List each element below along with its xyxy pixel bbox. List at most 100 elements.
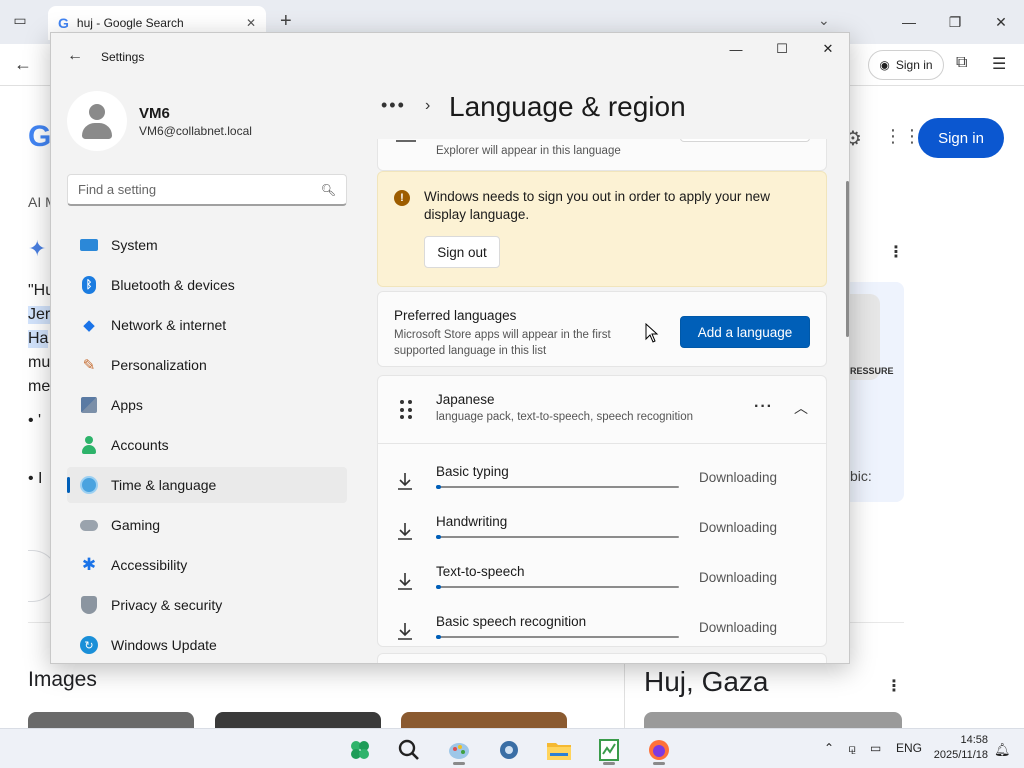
more-options-icon[interactable]: ⋮	[888, 242, 904, 262]
clock[interactable]: 14:58 2025/11/18	[924, 733, 988, 763]
download-icon	[398, 523, 412, 540]
sidebar-item-bluetooth[interactable]: ᛒ Bluetooth & devices	[67, 267, 347, 303]
download-name: Basic speech recognition	[436, 614, 587, 629]
google-logo-fragment[interactable]: G	[28, 120, 51, 154]
start-icon[interactable]	[342, 735, 378, 765]
google-signin-button[interactable]: Sign in	[918, 118, 1004, 158]
sidebar-item-personalization[interactable]: ✎ Personalization	[67, 347, 347, 383]
settings-titlebar: ← Settings — ☐ ✕	[51, 33, 849, 81]
tab-list-icon[interactable]: ▭	[10, 12, 30, 32]
new-tab-button[interactable]: +	[280, 10, 292, 33]
search-input[interactable]	[78, 182, 321, 197]
product-label-fragment: RESSURE	[850, 366, 894, 376]
download-status: Downloading	[699, 470, 778, 485]
menu-icon[interactable]: ☰	[992, 54, 1006, 74]
back-arrow-icon[interactable]: ←	[14, 54, 32, 75]
google-favicon-icon: G	[58, 15, 69, 31]
progress-bar	[436, 585, 679, 589]
user-name: VM6	[139, 105, 170, 122]
ai-text-fragment: mu	[28, 354, 51, 371]
sidebar-item-system[interactable]: System	[67, 227, 347, 263]
settings-content: Explorer will appear in this language ! …	[377, 139, 827, 663]
paint-app-icon[interactable]	[441, 735, 477, 765]
window-title: Settings	[101, 50, 145, 64]
system-icon	[79, 235, 99, 255]
progress-bar	[436, 635, 679, 639]
find-setting-field[interactable]: 🔍︎	[67, 174, 347, 206]
shield-icon	[79, 595, 99, 615]
firefox-icon[interactable]	[641, 735, 677, 765]
clock-time: 14:58	[960, 734, 988, 746]
browser-signin-button[interactable]: ◉ Sign in	[868, 50, 944, 80]
sidebar-item-gaming[interactable]: Gaming	[67, 507, 347, 543]
accessibility-icon: ✱	[81, 555, 97, 574]
chevron-up-icon[interactable]: ︿	[794, 398, 808, 418]
tab-close-icon[interactable]: ✕	[246, 16, 256, 30]
images-heading[interactable]: Images	[28, 668, 97, 692]
progress-fill	[436, 485, 441, 489]
input-language[interactable]: ENG	[896, 741, 922, 755]
language-header[interactable]: Japanese language pack, text-to-speech, …	[378, 376, 827, 444]
clock-date: 2025/11/18	[933, 749, 988, 761]
drag-handle-icon[interactable]	[400, 400, 412, 420]
back-arrow-icon[interactable]: ←	[67, 47, 83, 65]
preferred-languages-title: Preferred languages	[394, 308, 517, 323]
download-icon	[398, 573, 412, 590]
more-options-icon[interactable]: ···	[754, 398, 773, 416]
download-row: Handwriting Downloading	[378, 506, 827, 556]
close-icon[interactable]: ✕	[978, 0, 1024, 44]
user-body-shape	[82, 123, 112, 139]
sidebar-item-label: Apps	[111, 397, 143, 413]
breadcrumb-overflow-icon[interactable]: •••	[381, 95, 406, 116]
display-icon[interactable]: ▭	[870, 741, 881, 755]
page-title: Language & region	[449, 91, 686, 122]
add-language-button[interactable]: Add a language	[680, 316, 810, 348]
globe-clock-icon	[79, 475, 99, 495]
ai-bullet-fragment: • '	[28, 412, 42, 429]
sidebar-item-accounts[interactable]: Accounts	[67, 427, 347, 463]
settings-app-icon[interactable]	[491, 735, 527, 765]
language-name: Japanese	[436, 392, 495, 407]
browser-signin-label: Sign in	[895, 58, 933, 72]
chevron-down-icon[interactable]: ⌄	[818, 12, 830, 29]
sidebar-item-label: Network & internet	[111, 317, 227, 333]
download-icon	[398, 623, 412, 640]
restore-icon[interactable]: ❐	[932, 0, 978, 44]
search-icon[interactable]	[391, 735, 427, 765]
scrollbar[interactable]	[846, 181, 849, 337]
language-card-japanese: Japanese language pack, text-to-speech, …	[377, 375, 827, 647]
file-explorer-icon[interactable]	[541, 735, 577, 765]
sidebar-item-accessibility[interactable]: ✱ Accessibility	[67, 547, 347, 583]
more-options-icon[interactable]: ⋮	[886, 676, 902, 696]
download-name: Basic typing	[436, 464, 509, 479]
chevron-up-icon[interactable]: ⌃	[824, 741, 834, 755]
avatar[interactable]	[67, 91, 127, 151]
progress-fill	[436, 535, 441, 539]
download-status: Downloading	[699, 570, 778, 585]
task-manager-icon[interactable]	[591, 735, 627, 765]
ai-text-fragment: me	[28, 378, 51, 395]
extensions-icon[interactable]: ⧉	[956, 54, 967, 72]
warning-icon: !	[394, 190, 410, 206]
minimize-icon[interactable]: —	[886, 0, 932, 44]
download-icon	[398, 473, 412, 490]
network-icon[interactable]: ⚼	[848, 741, 856, 756]
sidebar-item-time-language[interactable]: Time & language	[67, 467, 347, 503]
search-icon[interactable]: 🔍︎	[321, 183, 336, 197]
close-icon[interactable]: ✕	[805, 33, 849, 65]
sidebar-item-windows-update[interactable]: ↻ Windows Update	[67, 627, 347, 663]
user-head-shape	[89, 104, 105, 120]
sidebar-item-label: Windows Update	[111, 637, 217, 653]
sidebar-item-apps[interactable]: Apps	[67, 387, 347, 423]
download-row: Basic typing Downloading	[378, 456, 827, 506]
download-row: Basic speech recognition Downloading	[378, 606, 827, 656]
controller-icon	[79, 515, 99, 535]
download-status: Downloading	[699, 620, 778, 635]
sign-out-button[interactable]: Sign out	[424, 236, 500, 268]
display-language-dropdown[interactable]	[680, 139, 810, 142]
sidebar-item-network[interactable]: ◆ Network & internet	[67, 307, 347, 343]
minimize-icon[interactable]: —	[713, 33, 759, 65]
notification-bell-icon[interactable]: 🔔︎	[994, 742, 1011, 758]
sidebar-item-privacy[interactable]: Privacy & security	[67, 587, 347, 623]
maximize-icon[interactable]: ☐	[759, 33, 805, 65]
